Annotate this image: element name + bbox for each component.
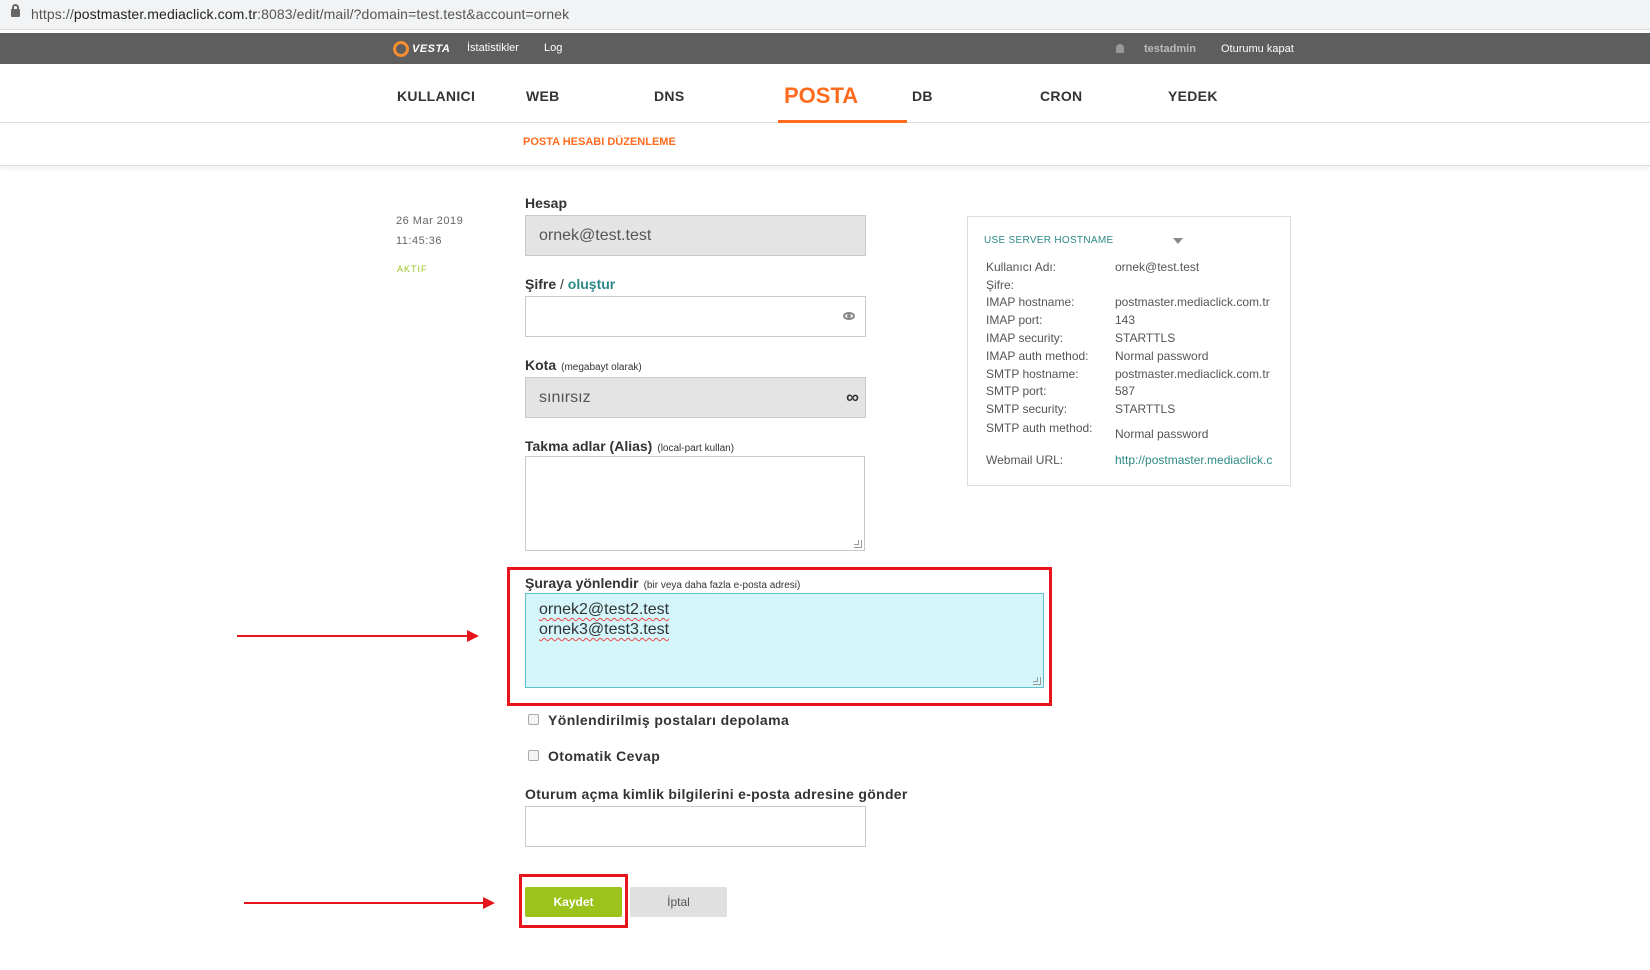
- generate-password-link[interactable]: oluştur: [568, 276, 615, 292]
- info-value: 587: [1115, 384, 1136, 398]
- annotation-arrow: [237, 630, 479, 642]
- eye-icon[interactable]: [843, 312, 855, 320]
- tab-mail[interactable]: POSTA: [784, 83, 858, 109]
- alias-label: Takma adlar (Alias) (local-part kullan): [525, 438, 735, 454]
- password-label: Şifre / oluştur: [525, 276, 616, 292]
- logout-link[interactable]: Oturumu kapat: [1221, 43, 1294, 55]
- vesta-logo[interactable]: VESTA: [393, 40, 450, 57]
- info-label: SMTP port:: [986, 384, 1047, 398]
- quota-label: Kota (megabayt olarak): [525, 357, 642, 373]
- alias-textarea[interactable]: [525, 456, 865, 551]
- info-value: postmaster.mediaclick.com.tr: [1115, 295, 1270, 309]
- address-url[interactable]: https://postmaster.mediaclick.com.tr:808…: [31, 6, 569, 22]
- account-label: Hesap: [525, 195, 568, 211]
- forward-address: ornek2@test2.test: [539, 601, 670, 618]
- info-label: IMAP auth method:: [986, 349, 1089, 363]
- tab-backup[interactable]: YEDEK: [1168, 88, 1218, 104]
- cancel-button[interactable]: İptal: [630, 887, 727, 917]
- main-nav: KULLANICI WEB DNS POSTA DB CRON YEDEK: [0, 64, 1650, 123]
- info-label: Webmail URL:: [986, 453, 1064, 467]
- send-credentials-input[interactable]: [525, 806, 866, 847]
- send-credentials-label: Oturum açma kimlik bilgilerini e-posta a…: [525, 786, 908, 802]
- account-field: ornek@test.test: [525, 215, 866, 256]
- save-button[interactable]: Kaydet: [525, 887, 622, 917]
- info-label: IMAP hostname:: [986, 295, 1075, 309]
- info-value: STARTTLS: [1115, 402, 1176, 416]
- info-label: IMAP security:: [986, 331, 1064, 345]
- info-label: Şifre:: [986, 278, 1015, 292]
- autoreply-checkbox[interactable]: [528, 750, 539, 761]
- vesta-logo-icon: [393, 40, 409, 57]
- webmail-link[interactable]: http://postmaster.mediaclick.c: [1115, 453, 1272, 467]
- info-value: Normal password: [1115, 427, 1209, 441]
- tab-db[interactable]: DB: [912, 88, 933, 104]
- forward-label: Şuraya yönlendir (bir veya daha fazla e-p…: [525, 575, 801, 591]
- info-value: Normal password: [1115, 349, 1209, 363]
- no-store-checkbox[interactable]: [528, 714, 539, 725]
- top-bar: VESTA İstatistikler Log testadmin Oturum…: [0, 33, 1650, 64]
- resize-grip-icon[interactable]: [1033, 677, 1041, 685]
- forward-address: ornek3@test3.test: [539, 621, 670, 638]
- password-input[interactable]: [525, 296, 866, 337]
- bell-icon[interactable]: [1116, 44, 1124, 53]
- no-store-label: Yönlendirilmiş postaları depolama: [548, 712, 790, 728]
- autoreply-label: Otomatik Cevap: [548, 748, 661, 764]
- created-date: 26 Mar 2019: [396, 215, 464, 227]
- resize-grip-icon[interactable]: [854, 540, 862, 548]
- info-value: postmaster.mediaclick.com.tr: [1115, 367, 1270, 381]
- sub-nav: POSTA HESABI DÜZENLEME: [0, 124, 1650, 166]
- info-label: SMTP auth method:: [986, 421, 1093, 435]
- forward-textarea[interactable]: ornek2@test2.test ornek3@test3.test: [525, 593, 1044, 688]
- mail-client-info-box: USE SERVER HOSTNAME Kullanıcı Adı: ornek…: [967, 216, 1291, 486]
- annotation-arrow: [244, 897, 495, 909]
- stats-link[interactable]: İstatistikler: [467, 42, 519, 54]
- info-value: ornek@test.test: [1115, 260, 1200, 274]
- hostname-dropdown[interactable]: USE SERVER HOSTNAME: [984, 235, 1113, 246]
- info-value: STARTTLS: [1115, 331, 1176, 345]
- info-label: SMTP security:: [986, 402, 1068, 416]
- tab-web[interactable]: WEB: [526, 88, 560, 104]
- log-link[interactable]: Log: [544, 42, 562, 54]
- lock-icon: [11, 4, 20, 17]
- chevron-down-icon[interactable]: [1173, 238, 1183, 244]
- info-label: Kullanıcı Adı:: [986, 260, 1057, 274]
- unlimited-icon[interactable]: ∞: [846, 387, 859, 408]
- browser-address-bar[interactable]: https://postmaster.mediaclick.com.tr:808…: [0, 0, 1650, 30]
- status-badge: AKTIF: [397, 264, 428, 274]
- info-value: 143: [1115, 313, 1136, 327]
- page-title: POSTA HESABI DÜZENLEME: [523, 136, 676, 148]
- info-label: IMAP port:: [986, 313, 1043, 327]
- tab-dns[interactable]: DNS: [654, 88, 684, 104]
- info-label: SMTP hostname:: [986, 367, 1079, 381]
- tab-user[interactable]: KULLANICI: [397, 88, 475, 104]
- user-link[interactable]: testadmin: [1144, 43, 1196, 55]
- quota-input[interactable]: sınırsız ∞: [525, 377, 866, 418]
- tab-cron[interactable]: CRON: [1040, 88, 1082, 104]
- active-tab-underline: [778, 120, 907, 123]
- created-time: 11:45:36: [396, 235, 443, 247]
